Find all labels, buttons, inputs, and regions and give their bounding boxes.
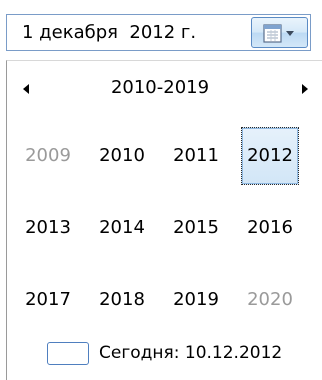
year-cell[interactable]: 2015: [167, 199, 225, 257]
calendar-icon: [263, 24, 294, 43]
year-cell[interactable]: 2012: [241, 127, 299, 185]
year-cell[interactable]: 2014: [93, 199, 151, 257]
today-label: Сегодня: 10.12.2012: [99, 343, 283, 363]
triangle-right-icon[interactable]: [298, 81, 312, 97]
calendar-dropdown-button[interactable]: [251, 17, 308, 48]
date-picker-field[interactable]: 1 декабря 2012 г.: [6, 14, 311, 51]
year-cell[interactable]: 2010: [93, 127, 151, 185]
date-value[interactable]: 1 декабря 2012 г.: [22, 15, 196, 50]
year-cell[interactable]: 2020: [241, 271, 299, 329]
year-cell[interactable]: 2019: [167, 271, 225, 329]
year-cell[interactable]: 2018: [93, 271, 151, 329]
year-cell[interactable]: 2011: [167, 127, 225, 185]
year-cell[interactable]: 2009: [19, 127, 77, 185]
year-cell[interactable]: 2013: [19, 199, 77, 257]
today-box-icon: [47, 342, 89, 365]
triangle-left-icon[interactable]: [19, 81, 33, 97]
calendar-popup: 2010-2019 2009 2010 2011 2012 2013 2014 2015 20…: [6, 60, 322, 380]
year-cell[interactable]: 2016: [241, 199, 299, 257]
decade-header[interactable]: 2010-2019: [67, 73, 253, 103]
year-cell[interactable]: 2017: [19, 271, 77, 329]
